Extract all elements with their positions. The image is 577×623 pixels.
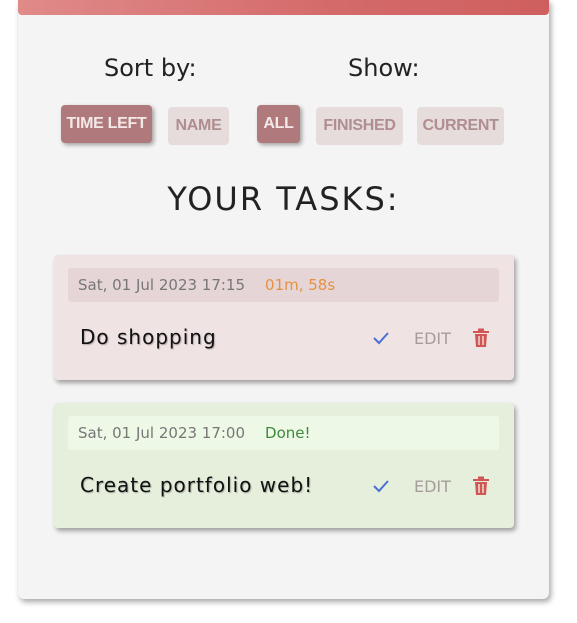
- task-done-status: Done!: [265, 424, 311, 442]
- trash-icon[interactable]: [472, 328, 490, 348]
- show-label: Show:: [348, 54, 420, 82]
- show-current-button[interactable]: CURRENT: [417, 107, 504, 145]
- header-bar: [18, 0, 549, 15]
- tasks-title: YOUR TASKS:: [167, 180, 400, 218]
- task-countdown: 01m, 58s: [265, 276, 336, 294]
- task-card: Sat, 01 Jul 2023 17:00 Done! Create port…: [54, 403, 514, 528]
- show-all-button[interactable]: ALL: [257, 105, 300, 143]
- sort-name-button[interactable]: NAME: [168, 107, 229, 145]
- tasks-panel: Sort by: Show: TIME LEFT NAME ALL FINISH…: [18, 0, 549, 599]
- edit-button[interactable]: EDIT: [414, 477, 451, 496]
- task-name: Create portfolio web!: [80, 473, 314, 497]
- task-date: Sat, 01 Jul 2023 17:15: [78, 276, 246, 294]
- task-meta: Sat, 01 Jul 2023 17:00 Done!: [68, 416, 499, 450]
- task-meta: Sat, 01 Jul 2023 17:15 01m, 58s: [68, 268, 499, 302]
- task-card: Sat, 01 Jul 2023 17:15 01m, 58s Do shopp…: [54, 255, 514, 380]
- task-date: Sat, 01 Jul 2023 17:00: [78, 424, 246, 442]
- check-icon[interactable]: [372, 329, 390, 347]
- trash-icon[interactable]: [472, 476, 490, 496]
- show-finished-button[interactable]: FINISHED: [316, 107, 403, 145]
- edit-button[interactable]: EDIT: [414, 329, 451, 348]
- check-icon[interactable]: [372, 477, 390, 495]
- task-name: Do shopping: [80, 325, 217, 349]
- sort-label: Sort by:: [104, 54, 197, 82]
- sort-time-left-button[interactable]: TIME LEFT: [61, 105, 152, 143]
